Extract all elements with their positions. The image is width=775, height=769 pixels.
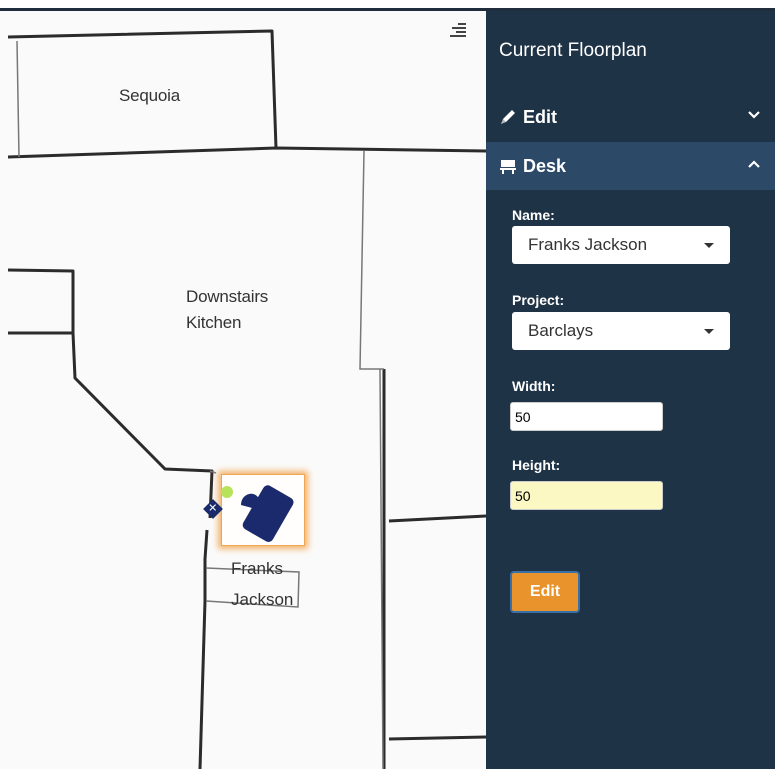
desk-occupant-label: Franks Jackson bbox=[231, 559, 294, 609]
wall-thin bbox=[16, 40, 20, 158]
hamburger-menu-icon[interactable] bbox=[448, 23, 466, 37]
room-label-sequoia: Sequoia bbox=[119, 86, 180, 105]
wall bbox=[7, 268, 75, 333]
room-label-downstairs-kitchen: Downstairs Kitchen bbox=[186, 287, 269, 332]
desk-rotate-handle[interactable] bbox=[221, 486, 233, 498]
height-label: Height: bbox=[512, 457, 561, 473]
side-panel: Current Floorplan Edit Desk Name: Franks… bbox=[486, 11, 775, 769]
wall-thin bbox=[359, 150, 384, 370]
project-select-value: Barclays bbox=[528, 321, 594, 340]
chevron-down-icon bbox=[748, 111, 760, 119]
wall bbox=[388, 735, 486, 741]
panel-title: Current Floorplan bbox=[499, 40, 647, 61]
name-select-value: Franks Jackson bbox=[528, 235, 648, 254]
caret-down-icon bbox=[704, 329, 714, 334]
name-label: Name: bbox=[512, 207, 555, 223]
name-select[interactable]: Franks Jackson bbox=[512, 226, 730, 264]
project-select[interactable]: Barclays bbox=[512, 312, 730, 350]
floorplan-walls bbox=[7, 29, 486, 769]
wall bbox=[8, 331, 214, 519]
wall bbox=[198, 529, 209, 769]
selected-desk[interactable] bbox=[221, 474, 305, 546]
edit-submit-button[interactable]: Edit bbox=[510, 571, 580, 613]
desk-icon bbox=[241, 485, 294, 542]
width-input[interactable] bbox=[510, 402, 663, 431]
height-input[interactable] bbox=[510, 481, 663, 510]
floorplan-canvas[interactable]: Sequoia Downstairs Kitchen bbox=[0, 11, 486, 769]
accordion-desk-header[interactable]: Desk bbox=[486, 142, 775, 190]
wall bbox=[388, 514, 486, 523]
desk-icon bbox=[500, 160, 516, 174]
caret-down-icon bbox=[704, 243, 714, 248]
chevron-up-icon bbox=[748, 160, 760, 168]
project-label: Project: bbox=[512, 292, 565, 308]
width-label: Width: bbox=[512, 378, 556, 394]
accordion-edit-label: Edit bbox=[523, 106, 557, 127]
accordion-desk-label: Desk bbox=[523, 155, 567, 176]
wall bbox=[7, 146, 486, 159]
accordion-edit-header[interactable]: Edit bbox=[486, 93, 775, 141]
pencil-icon bbox=[501, 110, 515, 124]
